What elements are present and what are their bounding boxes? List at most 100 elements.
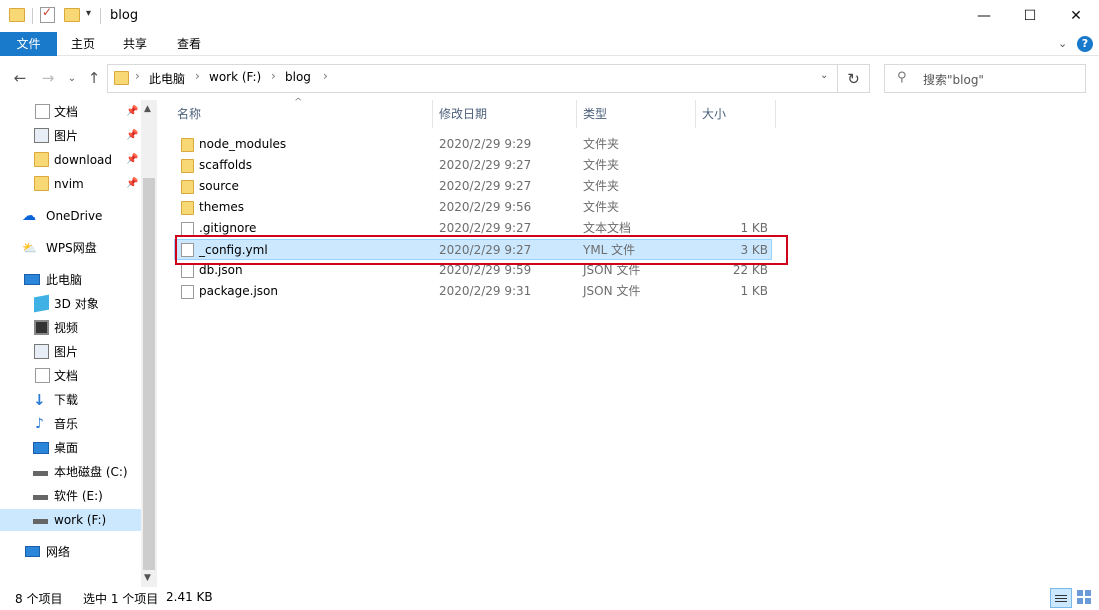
search-box[interactable]: ⚲ 搜索"blog" bbox=[884, 64, 1086, 93]
address-dropdown-icon[interactable]: ⌄ bbox=[820, 70, 828, 81]
customize-quick-access-icon[interactable]: ▾ bbox=[86, 8, 91, 19]
breadcrumb-blog[interactable]: blog bbox=[285, 70, 311, 84]
sidebar-item-nvim[interactable]: nvim 📌 bbox=[0, 173, 141, 195]
large-icons-view-icon[interactable] bbox=[1076, 589, 1092, 605]
maximize-button[interactable]: ☐ bbox=[1007, 0, 1053, 32]
file-row[interactable]: source 2020/2/29 9:27 文件夹 bbox=[174, 176, 772, 197]
sidebar-item-label: 音乐 bbox=[54, 417, 79, 431]
scroll-down-icon[interactable]: ▼ bbox=[144, 573, 151, 583]
column-header-size[interactable]: 大小 bbox=[696, 100, 776, 128]
sidebar-item-label: nvim bbox=[54, 177, 84, 191]
scrollbar-thumb[interactable] bbox=[143, 178, 155, 570]
file-row[interactable]: scaffolds 2020/2/29 9:27 文件夹 bbox=[174, 155, 772, 176]
sidebar-item-drive-c[interactable]: 本地磁盘 (C:) bbox=[0, 461, 141, 483]
close-button[interactable]: ✕ bbox=[1053, 0, 1099, 32]
new-folder-icon[interactable] bbox=[64, 8, 80, 22]
folder-icon bbox=[181, 180, 194, 194]
file-date: 2020/2/29 9:27 bbox=[439, 158, 532, 172]
breadcrumb-separator[interactable]: › bbox=[323, 69, 328, 83]
column-header-type[interactable]: 类型 bbox=[577, 100, 696, 128]
properties-icon[interactable]: ✓ bbox=[40, 5, 55, 23]
tab-file[interactable]: 文件 bbox=[0, 32, 57, 56]
sidebar-item-videos[interactable]: 视频 bbox=[0, 317, 141, 339]
sidebar-item-label: 本地磁盘 (C:) bbox=[54, 465, 128, 479]
sidebar-item-label: 视频 bbox=[54, 321, 79, 335]
minimize-button[interactable]: — bbox=[961, 0, 1007, 32]
column-header-name[interactable]: 名称 bbox=[171, 100, 433, 128]
window-title: blog bbox=[110, 8, 139, 23]
folder-icon bbox=[9, 8, 25, 22]
details-view-icon[interactable] bbox=[1050, 588, 1072, 608]
file-type: 文件夹 bbox=[583, 137, 620, 151]
sidebar-item-onedrive[interactable]: ☁ OneDrive bbox=[0, 205, 141, 227]
address-bar[interactable]: › 此电脑 › work (F:) › blog › ⌄ bbox=[107, 64, 838, 93]
sidebar-item-3d-objects[interactable]: 3D 对象 bbox=[0, 293, 141, 315]
sidebar-item-label: 图片 bbox=[54, 129, 79, 143]
search-input[interactable]: 搜索"blog" bbox=[923, 71, 984, 88]
refresh-button[interactable]: ↻ bbox=[838, 64, 870, 93]
picture-icon bbox=[34, 128, 49, 143]
sidebar-item-drive-f[interactable]: work (F:) bbox=[0, 509, 141, 531]
sidebar-item-music[interactable]: ♪ 音乐 bbox=[0, 413, 141, 435]
sidebar-item-download[interactable]: download 📌 bbox=[0, 149, 141, 171]
cloud-icon: ☁ bbox=[22, 208, 36, 224]
column-header-date[interactable]: 修改日期 bbox=[433, 100, 577, 128]
search-icon: ⚲ bbox=[897, 70, 907, 85]
sidebar-item-wps[interactable]: ⛅ WPS网盘 bbox=[0, 237, 141, 259]
sidebar-item-desktop[interactable]: 桌面 bbox=[0, 437, 141, 459]
tab-view[interactable]: 查看 bbox=[168, 32, 210, 56]
file-row[interactable]: package.json 2020/2/29 9:31 JSON 文件 1 KB bbox=[174, 281, 772, 302]
forward-button[interactable]: → bbox=[38, 68, 58, 88]
breadcrumb-work-drive[interactable]: work (F:) bbox=[209, 70, 261, 84]
breadcrumb-this-pc[interactable]: 此电脑 bbox=[149, 70, 185, 87]
sidebar-item-label: download bbox=[54, 153, 113, 167]
breadcrumb-separator[interactable]: › bbox=[195, 69, 200, 83]
expand-ribbon-icon[interactable]: ⌄ bbox=[1058, 37, 1067, 50]
file-date: 2020/2/29 9:27 bbox=[439, 179, 532, 193]
tab-home[interactable]: 主页 bbox=[62, 32, 104, 56]
text-file-icon bbox=[181, 222, 194, 236]
sidebar-item-this-pc[interactable]: 此电脑 bbox=[0, 269, 141, 291]
pin-icon: 📌 bbox=[126, 130, 139, 141]
sidebar-item-network[interactable]: 网络 bbox=[0, 541, 141, 563]
sidebar-item-label: 网络 bbox=[46, 545, 71, 559]
sidebar-item-drive-e[interactable]: 软件 (E:) bbox=[0, 485, 141, 507]
file-row[interactable]: themes 2020/2/29 9:56 文件夹 bbox=[174, 197, 772, 218]
desktop-icon bbox=[33, 442, 49, 454]
sidebar-item-documents-pc[interactable]: 文档 bbox=[0, 365, 141, 387]
picture-icon bbox=[34, 344, 49, 359]
sidebar-item-label: 桌面 bbox=[54, 441, 79, 455]
file-type: 文件夹 bbox=[583, 200, 620, 214]
sidebar-item-documents[interactable]: 文档 📌 bbox=[0, 101, 141, 123]
document-icon bbox=[35, 368, 50, 383]
file-date: 2020/2/29 9:31 bbox=[439, 284, 532, 298]
3d-objects-icon bbox=[34, 294, 49, 313]
file-row[interactable]: node_modules 2020/2/29 9:29 文件夹 bbox=[174, 134, 772, 155]
file-name: themes bbox=[199, 200, 245, 214]
drive-icon bbox=[33, 495, 48, 500]
music-icon: ♪ bbox=[35, 416, 44, 432]
sidebar-item-downloads[interactable]: ↓ 下载 bbox=[0, 389, 141, 411]
folder-icon bbox=[181, 201, 194, 215]
file-type: 文件夹 bbox=[583, 179, 620, 193]
sidebar-item-pictures[interactable]: 图片 📌 bbox=[0, 125, 141, 147]
file-name: node_modules bbox=[199, 137, 287, 151]
sidebar-item-label: 3D 对象 bbox=[54, 297, 99, 311]
folder-icon bbox=[114, 71, 129, 85]
title-bar: ✓ ▾ blog — ☐ ✕ bbox=[0, 0, 1099, 32]
sidebar-item-label: work (F:) bbox=[54, 513, 107, 527]
breadcrumb-separator[interactable]: › bbox=[135, 69, 140, 83]
back-button[interactable]: ← bbox=[10, 68, 30, 88]
divider bbox=[32, 8, 33, 24]
help-icon[interactable]: ? bbox=[1077, 36, 1093, 52]
file-name: scaffolds bbox=[199, 158, 253, 172]
up-button[interactable]: ↑ bbox=[84, 68, 104, 88]
scroll-up-icon[interactable]: ▲ bbox=[144, 104, 151, 114]
recent-locations-icon[interactable]: ⌄ bbox=[62, 68, 82, 88]
status-bar: 8 个项目 选中 1 个项目 2.41 KB bbox=[0, 587, 1099, 610]
sidebar-item-pictures-pc[interactable]: 图片 bbox=[0, 341, 141, 363]
breadcrumb-separator[interactable]: › bbox=[271, 69, 276, 83]
video-icon bbox=[34, 320, 49, 335]
file-type: 文件夹 bbox=[583, 158, 620, 172]
tab-share[interactable]: 共享 bbox=[114, 32, 156, 56]
